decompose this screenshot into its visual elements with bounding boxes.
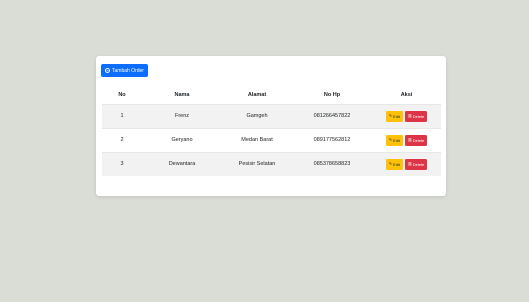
cell-aksi: ✎ Edit ▥ Delete (372, 127, 441, 152)
add-order-label: Tambah Order (112, 67, 144, 74)
cell-alamat: Pesisir Selatan (222, 151, 292, 176)
pencil-icon: ✎ (388, 137, 393, 142)
pencil-icon: ✎ (388, 113, 393, 118)
delete-label: Delete (412, 161, 425, 167)
edit-label: Edit (393, 161, 400, 167)
edit-button[interactable]: ✎ Edit (385, 110, 403, 122)
cell-hp: 081266457822 (292, 103, 372, 128)
trash-icon: ▥ (407, 161, 412, 167)
cell-alamat: Gamgeh (222, 103, 292, 128)
table-row: 2 Geryano Medan Barat 089177562812 ✎ Edit… (102, 127, 441, 152)
cell-hp: 089177562812 (292, 127, 372, 152)
orders-card: + Tambah Order No Nama Alamat No Hp Aksi… (96, 56, 446, 196)
cell-no: 3 (102, 151, 142, 176)
delete-label: Delete (412, 137, 425, 143)
header-alamat: Alamat (247, 91, 267, 98)
header-no: No (118, 91, 126, 98)
delete-button[interactable]: ▥ Delete (404, 158, 428, 170)
edit-label: Edit (393, 113, 400, 119)
trash-icon: ▥ (407, 113, 412, 118)
edit-button[interactable]: ✎ Edit (385, 134, 403, 146)
cell-hp: 085378658823 (292, 151, 372, 176)
header-hp: No Hp (323, 91, 341, 98)
delete-label: Delete (412, 113, 425, 119)
header-aksi: Aksi (400, 91, 413, 98)
cell-aksi: ✎ Edit ▥ Delete (372, 103, 441, 128)
cell-alamat: Medan Barat (222, 127, 292, 152)
table-row: 3 Dewantara Pesisir Selatan 085378658823… (102, 151, 441, 176)
cell-no: 1 (102, 103, 142, 128)
cell-no: 2 (102, 127, 142, 152)
delete-button[interactable]: ▥ Delete (404, 110, 428, 122)
cell-nama: Dewantara (142, 151, 222, 176)
edit-label: Edit (393, 137, 400, 143)
edit-button[interactable]: ✎ Edit (385, 158, 403, 170)
delete-button[interactable]: ▥ Delete (404, 134, 428, 146)
pencil-icon: ✎ (388, 161, 393, 167)
cell-nama: Geryano (142, 127, 222, 152)
table-row: 1 Frenz Gamgeh 081266457822 ✎ Edit ▥ Delet… (102, 103, 441, 128)
cell-aksi: ✎ Edit ▥ Delete (372, 151, 441, 176)
table-header-row: No Nama Alamat No Hp Aksi (102, 86, 441, 104)
plus-circle-icon: + (105, 67, 110, 73)
cell-nama: Frenz (142, 103, 222, 128)
header-nama: Nama (174, 91, 190, 98)
trash-icon: ▥ (407, 137, 412, 142)
orders-table: No Nama Alamat No Hp Aksi 1 Frenz Gamgeh… (102, 86, 441, 176)
add-order-button[interactable]: + Tambah Order (101, 64, 148, 77)
